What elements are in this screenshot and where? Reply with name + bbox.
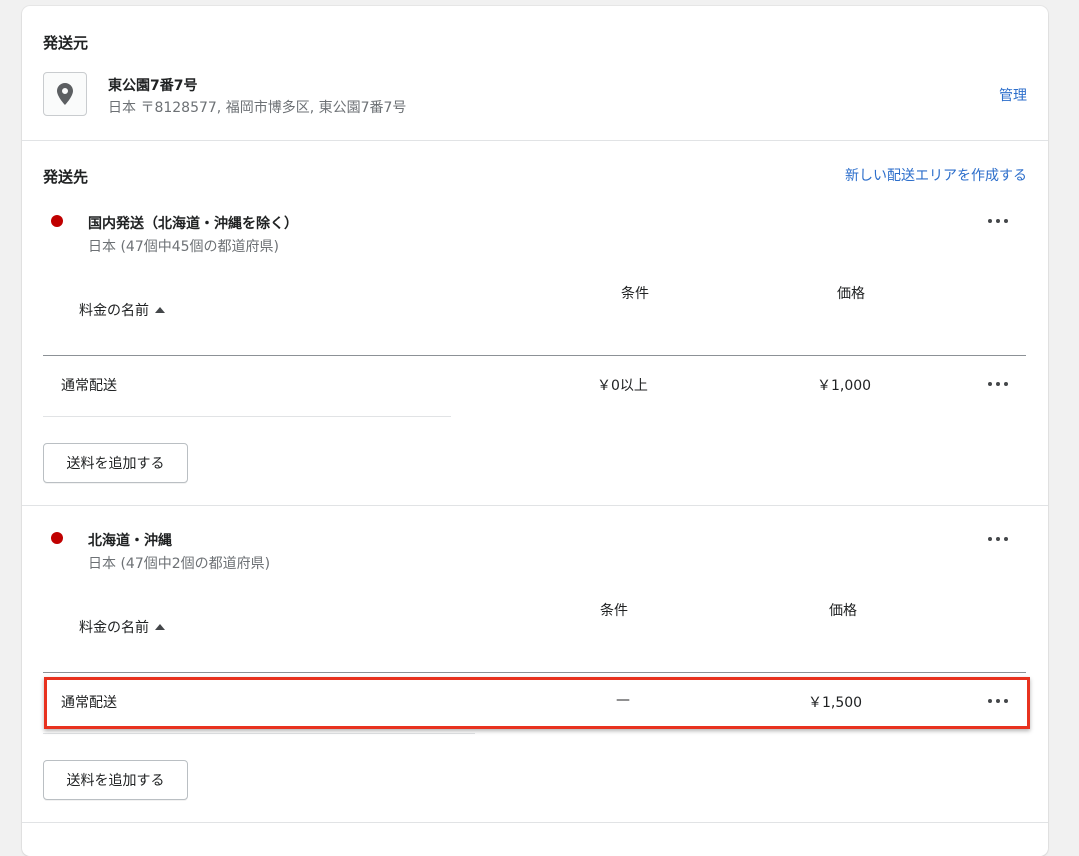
highlight-box <box>44 677 1030 729</box>
rate-more-icon[interactable] <box>988 379 1008 389</box>
price-column-header: 価格 <box>829 603 857 619</box>
zone-status-dot <box>51 532 63 544</box>
location-pin-icon <box>43 72 87 116</box>
row-divider <box>43 733 475 734</box>
caret-up-icon <box>155 624 165 630</box>
rate-name-column-header[interactable]: 料金の名前 <box>79 300 165 320</box>
zone-detail: 日本 (47個中2個の都道府県) <box>88 556 271 572</box>
zone-name: 国内発送（北海道・沖縄を除く） <box>88 216 298 232</box>
section-divider <box>22 822 1048 823</box>
table-header-line <box>43 355 1026 356</box>
zone-status-dot <box>51 215 63 227</box>
rate-name-column-label: 料金の名前 <box>79 303 149 319</box>
section-divider <box>22 505 1048 506</box>
origin-name: 東公園7番7号 <box>108 78 198 94</box>
price-column-header: 価格 <box>837 286 865 302</box>
create-zone-link[interactable]: 新しい配送エリアを作成する <box>845 165 1027 185</box>
table-header-line <box>43 672 1026 673</box>
zone-more-icon[interactable] <box>988 534 1008 544</box>
zone-name: 北海道・沖縄 <box>88 533 172 549</box>
add-rate-button[interactable]: 送料を追加する <box>43 760 188 800</box>
condition-column-header: 条件 <box>621 286 649 302</box>
origin-address: 日本 〒8128577, 福岡市博多区, 東公園7番7号 <box>108 100 407 116</box>
rate-name-column-label: 料金の名前 <box>79 620 149 636</box>
section-divider <box>22 140 1048 141</box>
row-divider <box>43 416 451 417</box>
condition-column-header: 条件 <box>600 603 628 619</box>
manage-link[interactable]: 管理 <box>999 85 1027 105</box>
zone-more-icon[interactable] <box>988 216 1008 226</box>
rate-price: ￥1,000 <box>817 378 872 394</box>
destination-heading: 発送先 <box>43 168 89 186</box>
rate-name: 通常配送 <box>61 378 117 394</box>
origin-heading: 発送元 <box>43 34 89 52</box>
add-rate-button[interactable]: 送料を追加する <box>43 443 188 483</box>
rate-name-column-header[interactable]: 料金の名前 <box>79 617 165 637</box>
caret-up-icon <box>155 307 165 313</box>
zone-detail: 日本 (47個中45個の都道府県) <box>88 239 280 255</box>
rate-condition: ￥0以上 <box>597 378 648 394</box>
